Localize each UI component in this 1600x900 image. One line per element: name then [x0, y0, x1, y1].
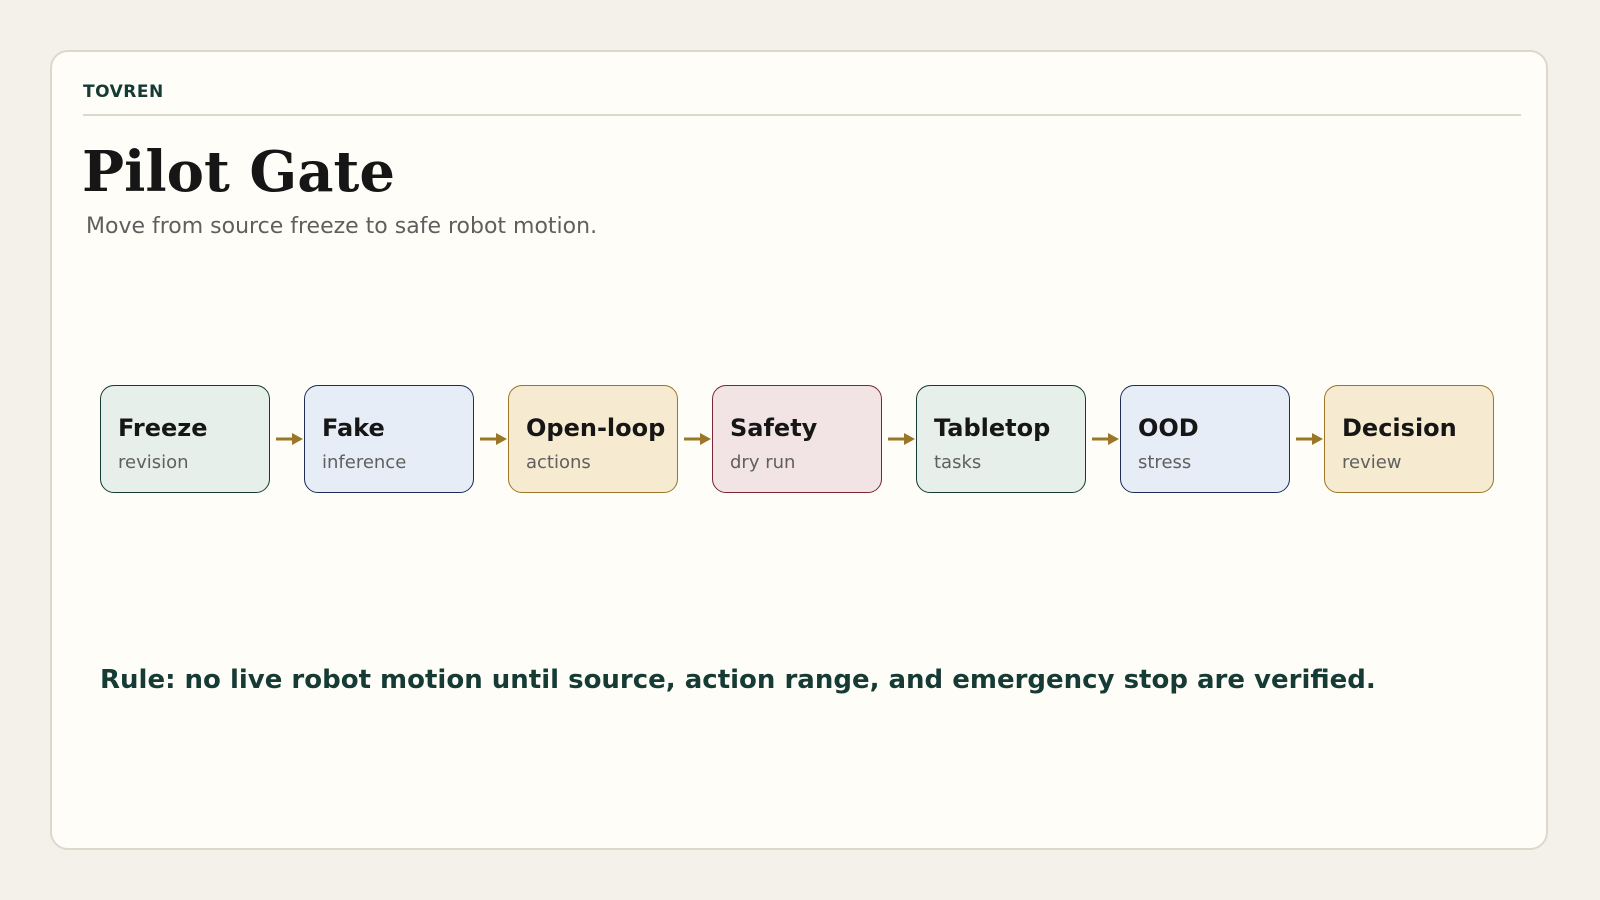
arrow-right-icon	[276, 433, 303, 445]
header-divider	[83, 114, 1521, 116]
flow-step-subtitle: inference	[322, 452, 407, 473]
page-subtitle: Move from source freeze to safe robot mo…	[86, 214, 598, 239]
flow-step-safety: Safety dry run	[712, 385, 882, 493]
flow-step-title: Open-loop	[526, 414, 666, 442]
flow-step-tabletop: Tabletop tasks	[916, 385, 1086, 493]
arrow-right-icon	[684, 433, 711, 445]
flow-step-ood: OOD stress	[1120, 385, 1290, 493]
flow-step-subtitle: review	[1342, 452, 1402, 473]
arrow-right-icon	[888, 433, 915, 445]
page-title: Pilot Gate	[82, 139, 395, 205]
flow-step-title: Fake	[322, 414, 385, 442]
flow-step-title: Tabletop	[934, 414, 1051, 442]
flow-step-title: Freeze	[118, 414, 208, 442]
flow-step-subtitle: revision	[118, 452, 189, 473]
arrow-right-icon	[1092, 433, 1119, 445]
flow-step-decision: Decision review	[1324, 385, 1494, 493]
flow-step-title: Decision	[1342, 414, 1457, 442]
flow-step-fake: Fake inference	[304, 385, 474, 493]
flow-step-title: Safety	[730, 414, 818, 442]
flow-step-subtitle: tasks	[934, 452, 982, 473]
flow-step-freeze: Freeze revision	[100, 385, 270, 493]
rule-statement: Rule: no live robot motion until source,…	[100, 665, 1376, 695]
flow-step-open-loop: Open-loop actions	[508, 385, 678, 493]
arrow-right-icon	[480, 433, 507, 445]
flow-step-subtitle: dry run	[730, 452, 796, 473]
process-flow: Freeze revision Fake inference Open-loop acti…	[100, 385, 1500, 493]
arrow-right-icon	[1296, 433, 1323, 445]
flow-step-subtitle: stress	[1138, 452, 1192, 473]
slide-card: TOVREN Pilot Gate Move from source freez…	[50, 50, 1548, 850]
flow-step-subtitle: actions	[526, 452, 591, 473]
brand-label: TOVREN	[83, 82, 164, 102]
flow-step-title: OOD	[1138, 414, 1199, 442]
